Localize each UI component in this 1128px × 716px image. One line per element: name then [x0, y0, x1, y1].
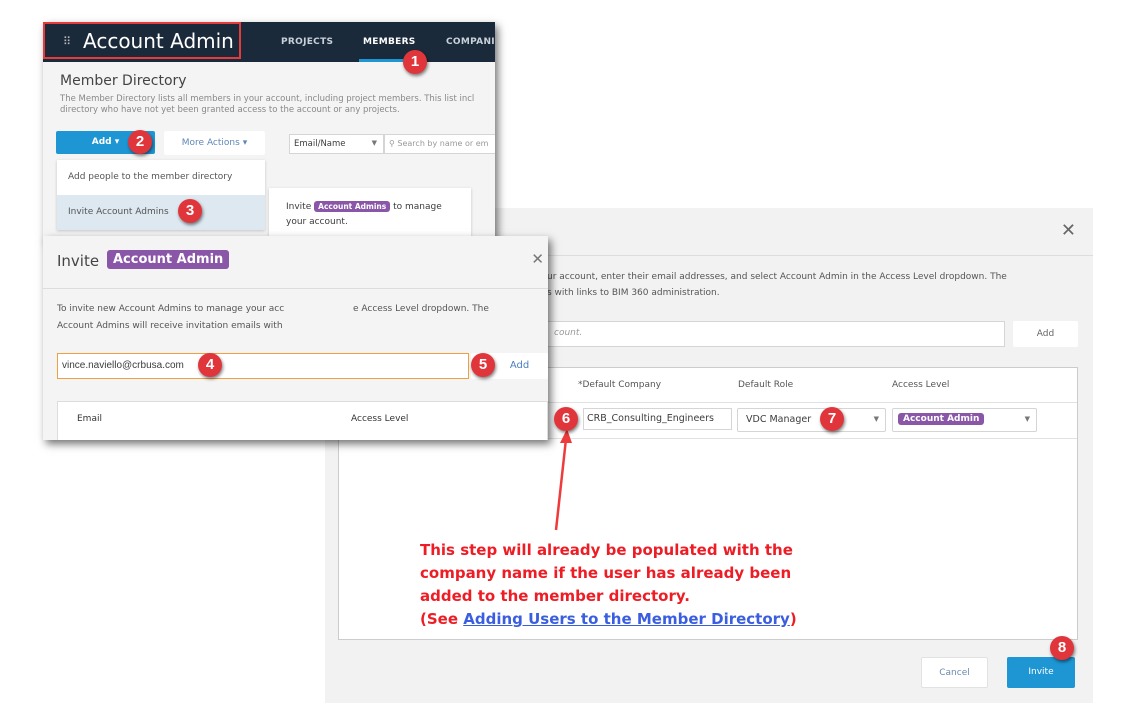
step-5-badge: 5: [471, 353, 495, 377]
email-input[interactable]: vince.naviello@crbusa.com: [57, 353, 469, 379]
member-directory-link[interactable]: Adding Users to the Member Directory: [463, 610, 790, 628]
add-button[interactable]: Add: [1013, 321, 1078, 347]
nav-companies[interactable]: COMPANIES: [446, 37, 495, 47]
invite-button[interactable]: Invite: [1007, 657, 1075, 688]
more-actions-button[interactable]: More Actions ▾: [164, 131, 265, 155]
nav-projects[interactable]: PROJECTS: [281, 37, 333, 47]
step-8-badge: 8: [1050, 636, 1074, 660]
arrow-annotation: [554, 429, 572, 531]
annotation-note: This step will already be populated with…: [420, 541, 797, 628]
col-access-level: Access Level: [892, 380, 950, 390]
step-4-badge: 4: [198, 353, 222, 377]
cancel-button[interactable]: Cancel: [921, 657, 988, 688]
col-default-company: *Default Company: [578, 380, 662, 390]
filter-select[interactable]: Email/Name ▼: [289, 134, 384, 154]
menu-item-invite-admins[interactable]: Invite Account Admins: [57, 195, 265, 230]
step-1-badge: 1: [403, 50, 427, 74]
step-6-badge: 6: [554, 407, 578, 431]
page-title: Member Directory: [60, 73, 187, 89]
col-default-role: Default Role: [738, 380, 794, 390]
company-input[interactable]: CRB_Consulting_Engineers: [583, 408, 732, 430]
close-icon[interactable]: ✕: [1061, 220, 1076, 241]
member-directory-panel: ⠿ Account Admin PROJECTS MEMBERS COMPANI…: [43, 22, 495, 240]
nav-members[interactable]: MEMBERS: [363, 37, 416, 47]
role-select[interactable]: VDC Manager ▼: [737, 408, 886, 432]
app-grid-icon[interactable]: ⠿: [63, 35, 71, 48]
search-input[interactable]: ⚲ Search by name or em: [384, 134, 495, 154]
step-3-badge: 3: [178, 199, 202, 223]
invite-account-admin-panel: Invite Account Admin ✕ To invite new Acc…: [43, 236, 548, 440]
app-title: Account Admin: [83, 29, 234, 53]
email-input[interactable]: count.: [547, 321, 1005, 347]
add-menu: Add people to the member directory Invit…: [57, 160, 265, 230]
close-icon[interactable]: ✕: [531, 250, 544, 268]
step-7-badge: 7: [820, 407, 844, 431]
access-level-select[interactable]: Account Admin ▼: [892, 408, 1037, 432]
menu-item-add-people[interactable]: Add people to the member directory: [68, 172, 232, 182]
tooltip: Invite Account Admins to manage your acco…: [269, 188, 471, 240]
step-2-badge: 2: [128, 130, 152, 154]
account-admin-badge: Account Admin: [107, 250, 230, 269]
